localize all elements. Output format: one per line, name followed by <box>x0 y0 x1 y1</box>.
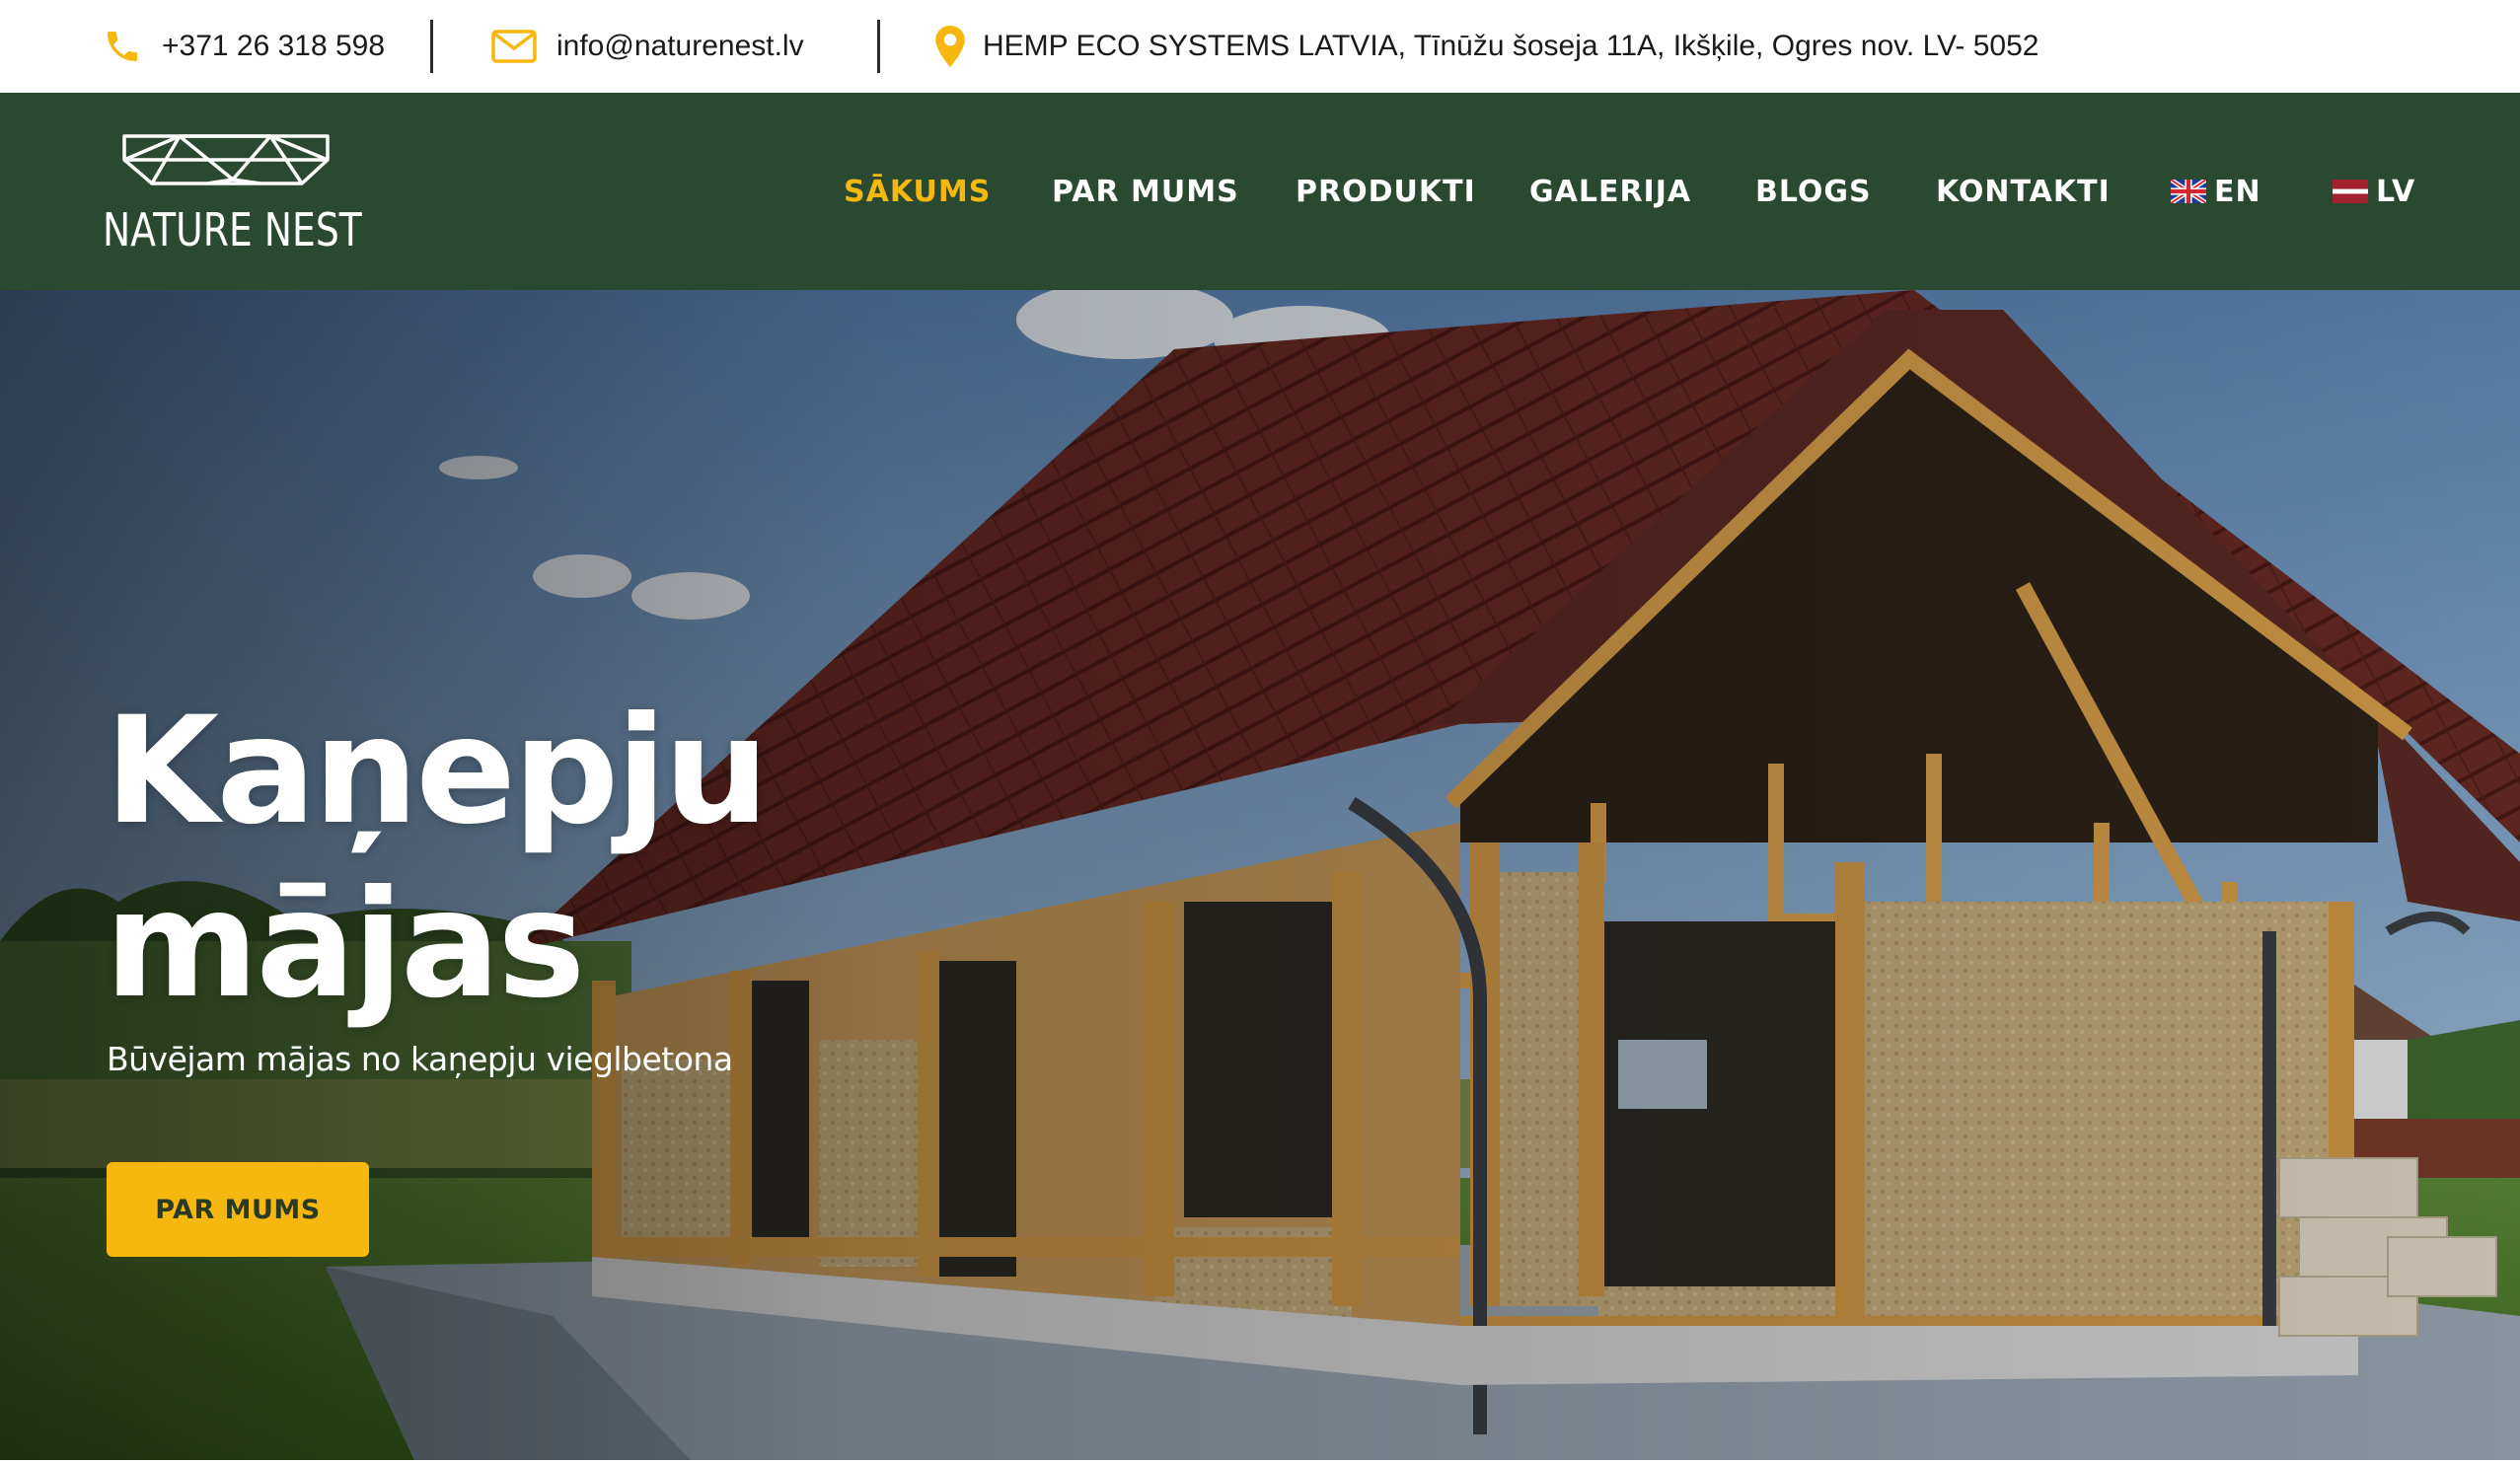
nav-produkti[interactable]: PRODUKTI <box>1296 93 1476 290</box>
nav-sakums[interactable]: SĀKUMS <box>844 93 991 290</box>
main-header: NATURE NEST SĀKUMS PAR MUMS PRODUKTI GAL… <box>0 93 2520 290</box>
phone-contact[interactable]: +371 26 318 598 <box>103 0 385 93</box>
email-address: info@naturenest.lv <box>556 30 804 62</box>
hero-title-line-2: mājas <box>105 859 585 1031</box>
location-pin-icon <box>935 26 965 67</box>
lang-en-label: EN <box>2214 174 2261 209</box>
lang-lv-label: LV <box>2376 174 2416 209</box>
latvia-flag-icon <box>2333 180 2368 203</box>
nav-kontakti[interactable]: KONTAKTI <box>1936 93 2111 290</box>
phone-number: +371 26 318 598 <box>162 30 386 62</box>
hero-section: Kaņepju mājas Būvējam mājas no kaņepju v… <box>0 290 2520 1460</box>
divider <box>430 20 433 73</box>
hero-title-line-1: Kaņepju <box>105 686 770 857</box>
nav-par-mums[interactable]: PAR MUMS <box>1052 93 1239 290</box>
phone-icon <box>108 32 137 61</box>
email-contact[interactable]: info@naturenest.lv <box>491 0 804 93</box>
hero-subtitle: Būvējam mājas no kaņepju vieglbetona <box>107 1040 733 1078</box>
lang-en[interactable]: EN <box>2171 93 2261 290</box>
logo[interactable]: NATURE NEST <box>103 132 362 256</box>
lang-lv[interactable]: LV <box>2333 93 2415 290</box>
address-text: HEMP ECO SYSTEMS LATVIA, Tīnūžu šoseja 1… <box>983 30 2039 62</box>
logo-mark-icon <box>122 134 330 185</box>
divider <box>877 20 880 73</box>
hero-title: Kaņepju mājas <box>105 685 993 1032</box>
address-contact: HEMP ECO SYSTEMS LATVIA, Tīnūžu šoseja 1… <box>935 0 2038 93</box>
uk-flag-icon <box>2171 180 2206 203</box>
nav-blogs[interactable]: BLOGS <box>1755 93 1872 290</box>
nav-galerija[interactable]: GALERIJA <box>1529 93 1691 290</box>
divider <box>0 1460 2520 1464</box>
mail-icon <box>491 30 537 63</box>
contact-bar: +371 26 318 598 info@naturenest.lv HEMP … <box>0 0 2520 93</box>
logo-text: NATURE NEST <box>103 203 362 256</box>
about-us-button[interactable]: PAR MUMS <box>107 1162 369 1257</box>
